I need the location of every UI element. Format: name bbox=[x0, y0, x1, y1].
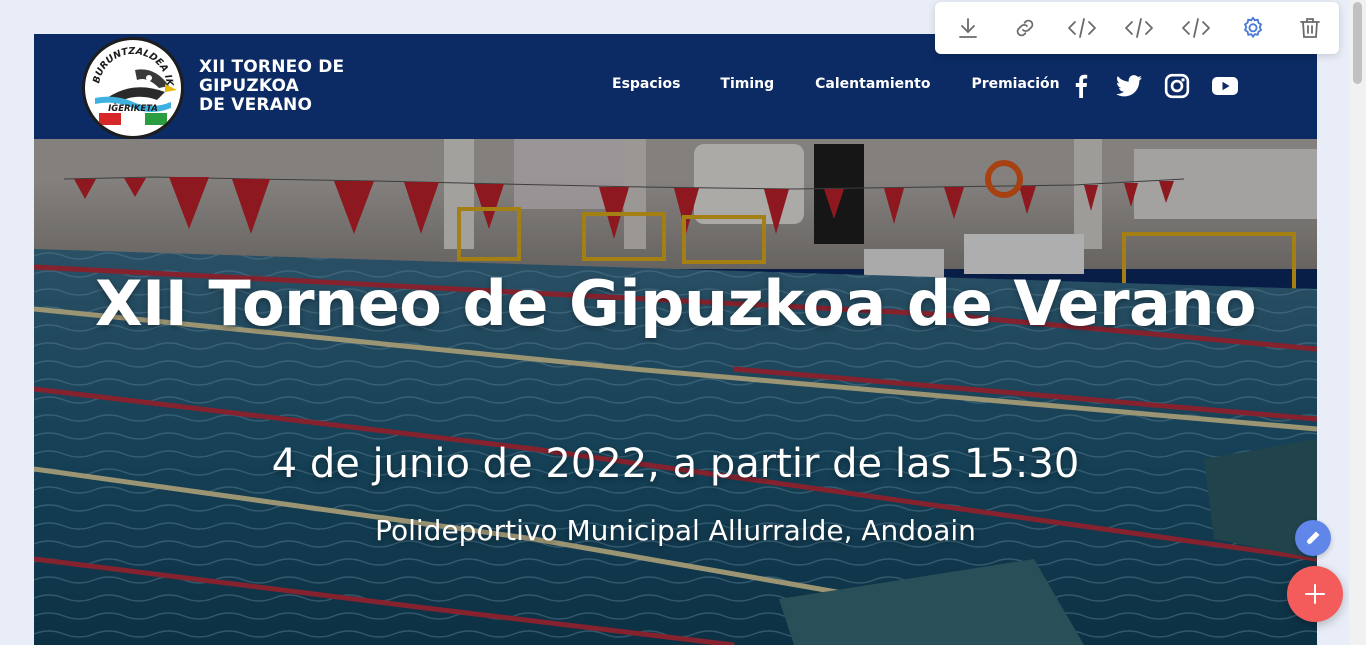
code-icon[interactable] bbox=[1123, 12, 1155, 44]
code-icon[interactable] bbox=[1180, 12, 1212, 44]
nav-link-espacios[interactable]: Espacios bbox=[612, 76, 680, 92]
hero-background-image bbox=[34, 139, 1317, 645]
nav-link-timing[interactable]: Timing bbox=[720, 76, 774, 92]
social-links bbox=[1067, 72, 1239, 100]
trash-icon[interactable] bbox=[1294, 12, 1326, 44]
instagram-icon[interactable] bbox=[1163, 72, 1191, 100]
pen-icon bbox=[1306, 531, 1320, 545]
youtube-icon[interactable] bbox=[1211, 72, 1239, 100]
download-icon[interactable] bbox=[952, 12, 984, 44]
plus-icon bbox=[1305, 584, 1325, 604]
hero-venue: Polideportivo Municipal Allurralde, Ando… bbox=[375, 514, 976, 547]
site-title-line-1: XII TORNEO DE bbox=[199, 57, 345, 77]
edit-pen-button[interactable] bbox=[1295, 520, 1331, 556]
block-toolbar bbox=[935, 2, 1339, 54]
site-title-line-3: DE VERANO bbox=[199, 95, 313, 115]
settings-icon[interactable] bbox=[1237, 12, 1269, 44]
site-title[interactable]: XII TORNEO DE GIPUZKOA DE VERANO bbox=[199, 58, 344, 115]
main-nav: Espacios Timing Calentamiento Premiación bbox=[612, 76, 1101, 92]
club-logo-graphic: BURUNTZALDEA IKT IGERIKETA bbox=[85, 40, 180, 135]
club-logo[interactable]: BURUNTZALDEA IKT IGERIKETA bbox=[82, 37, 184, 139]
add-block-button[interactable] bbox=[1287, 566, 1343, 622]
hero-date: 4 de junio de 2022, a partir de las 15:3… bbox=[271, 441, 1080, 487]
website-preview: BURUNTZALDEA IKT IGERIKETA XII TORNEO DE… bbox=[34, 34, 1317, 645]
twitter-icon[interactable] bbox=[1115, 72, 1143, 100]
link-icon[interactable] bbox=[1009, 12, 1041, 44]
facebook-icon[interactable] bbox=[1067, 72, 1095, 100]
page-scrollbar[interactable] bbox=[1349, 0, 1366, 645]
code-icon[interactable] bbox=[1066, 12, 1098, 44]
site-title-line-2: GIPUZKOA bbox=[199, 76, 300, 96]
nav-link-calentamiento[interactable]: Calentamiento bbox=[815, 76, 930, 92]
nav-link-premiacion[interactable]: Premiación bbox=[971, 76, 1059, 92]
hero-title: XII Torneo de Gipuzkoa de Verano bbox=[94, 267, 1257, 340]
logo-text-bottom: IGERIKETA bbox=[108, 104, 158, 114]
scrollbar-thumb[interactable] bbox=[1353, 2, 1362, 84]
hero-section: XII Torneo de Gipuzkoa de Verano 4 de ju… bbox=[34, 139, 1317, 645]
